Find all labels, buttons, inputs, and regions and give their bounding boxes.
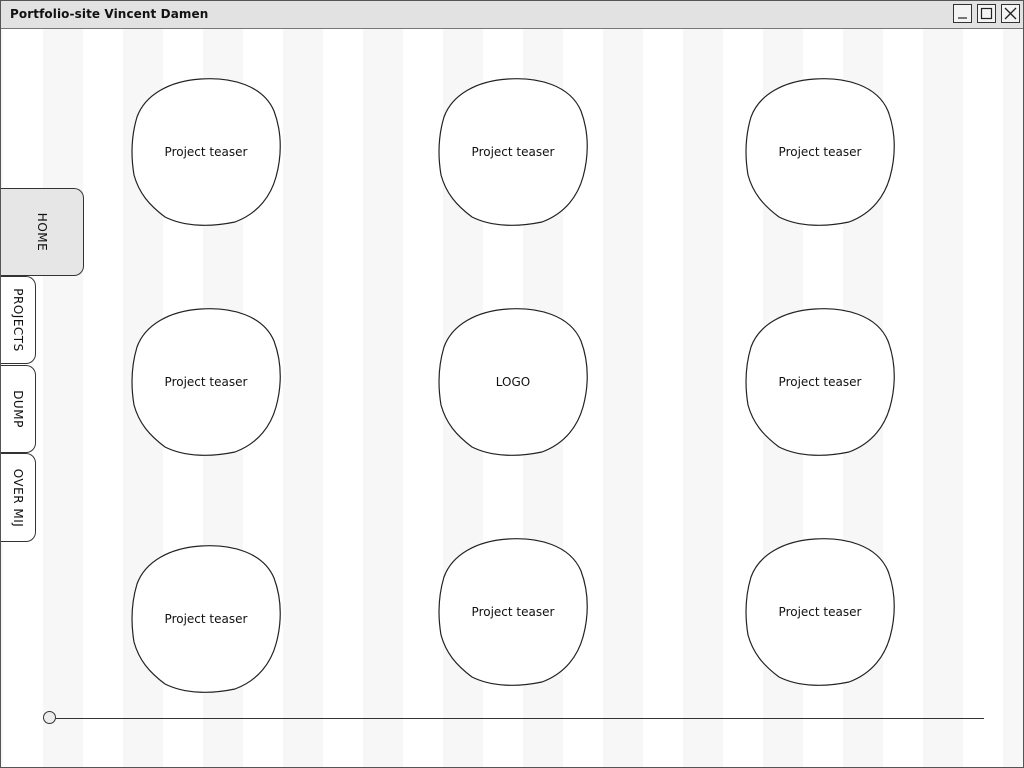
project-teaser-label: Project teaser <box>778 605 862 619</box>
project-teaser-label: Project teaser <box>164 612 248 626</box>
tab-home[interactable]: HOME <box>1 188 84 276</box>
close-button[interactable] <box>1001 4 1020 23</box>
browser-window: Portfolio-site Vincent Damen HOME PROJEC… <box>0 0 1024 768</box>
maximize-icon <box>980 7 993 20</box>
tab-over-mij-label: OVER MIJ <box>11 468 25 527</box>
project-teaser-6[interactable]: Project teaser <box>131 544 281 694</box>
maximize-button[interactable] <box>977 4 996 23</box>
tab-dump[interactable]: DUMP <box>1 365 36 453</box>
tab-dump-label: DUMP <box>11 390 25 428</box>
slider-track[interactable] <box>56 718 984 719</box>
project-teaser-7[interactable]: Project teaser <box>438 537 588 687</box>
project-teaser-label: Project teaser <box>164 375 248 389</box>
title-bar: Portfolio-site Vincent Damen <box>1 1 1023 29</box>
logo-label: LOGO <box>495 375 531 389</box>
slider-handle[interactable] <box>43 711 56 724</box>
project-teaser-label: Project teaser <box>778 145 862 159</box>
tab-over-mij[interactable]: OVER MIJ <box>1 453 36 542</box>
page-content: HOME PROJECTS DUMP OVER MIJ Project teas… <box>1 29 1023 767</box>
tab-home-label: HOME <box>35 212 49 252</box>
minimize-icon <box>958 17 967 19</box>
project-teaser-2[interactable]: Project teaser <box>438 77 588 227</box>
project-teaser-3[interactable]: Project teaser <box>745 77 895 227</box>
project-teaser-label: Project teaser <box>778 375 862 389</box>
minimize-button[interactable] <box>953 4 972 23</box>
project-teaser-1[interactable]: Project teaser <box>131 77 281 227</box>
tab-projects-label: PROJECTS <box>11 288 25 352</box>
close-icon <box>1004 7 1017 20</box>
project-teaser-label: Project teaser <box>471 145 555 159</box>
project-teaser-4[interactable]: Project teaser <box>131 307 281 457</box>
project-teaser-8[interactable]: Project teaser <box>745 537 895 687</box>
window-title: Portfolio-site Vincent Damen <box>10 7 209 21</box>
logo[interactable]: LOGO <box>438 307 588 457</box>
project-teaser-5[interactable]: Project teaser <box>745 307 895 457</box>
project-teaser-label: Project teaser <box>471 605 555 619</box>
tab-projects[interactable]: PROJECTS <box>1 276 36 364</box>
project-teaser-label: Project teaser <box>164 145 248 159</box>
